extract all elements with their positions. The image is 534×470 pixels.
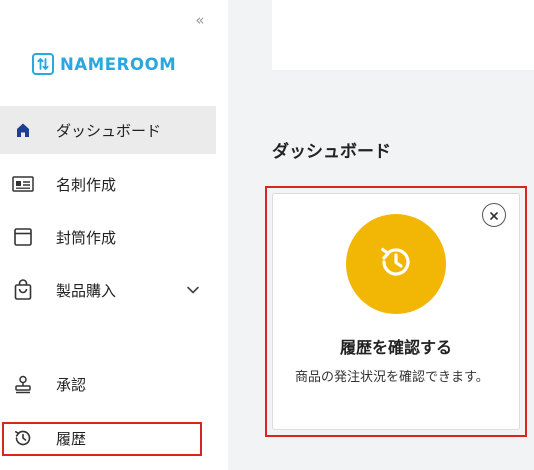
sidebar-item-business-cards[interactable]: 名刺作成: [0, 160, 216, 208]
top-panel: [272, 0, 534, 70]
sidebar-item-label: 名刺作成: [56, 175, 117, 194]
close-icon: [489, 206, 499, 225]
id-card-icon: [12, 173, 34, 195]
logo[interactable]: NAMEROOM: [32, 52, 176, 76]
envelope-icon: [12, 226, 34, 248]
sidebar-item-approval[interactable]: 承認: [0, 360, 216, 408]
sidebar-item-label: 封筒作成: [56, 228, 117, 247]
shopping-bag-icon: [12, 279, 34, 301]
card-title: 履歴を確認する: [339, 338, 452, 357]
sidebar-item-label: ダッシュボード: [56, 121, 162, 140]
history-highlight-box: [2, 422, 202, 456]
history-icon-circle: [346, 214, 446, 314]
main-content: ダッシュボード 履歴を確認する 商品の発注状況を確認できます。: [228, 0, 534, 470]
sidebar-item-dashboard[interactable]: ダッシュボード: [0, 106, 216, 154]
collapse-sidebar-button[interactable]: «: [190, 10, 210, 30]
sidebar: « NAMEROOM ダッシュボード 名刺作成 封筒作成 製品購入 承認 履歴: [0, 0, 228, 470]
stamp-icon: [12, 373, 34, 395]
history-icon: [376, 242, 416, 286]
sidebar-item-purchase[interactable]: 製品購入: [0, 266, 216, 314]
page-title: ダッシュボード: [272, 142, 391, 162]
sidebar-item-envelopes[interactable]: 封筒作成: [0, 213, 216, 261]
chevron-down-icon[interactable]: [184, 281, 202, 299]
sidebar-item-label: 承認: [56, 375, 87, 394]
home-icon: [12, 119, 34, 141]
card-description: 商品の発注状況を確認できます。: [295, 370, 489, 385]
logo-text: NAMEROOM: [60, 54, 177, 74]
close-button[interactable]: [482, 203, 506, 227]
sidebar-item-label: 製品購入: [56, 281, 117, 300]
logo-mark-icon: [32, 53, 54, 75]
history-card[interactable]: 履歴を確認する 商品の発注状況を確認できます。: [272, 193, 520, 430]
